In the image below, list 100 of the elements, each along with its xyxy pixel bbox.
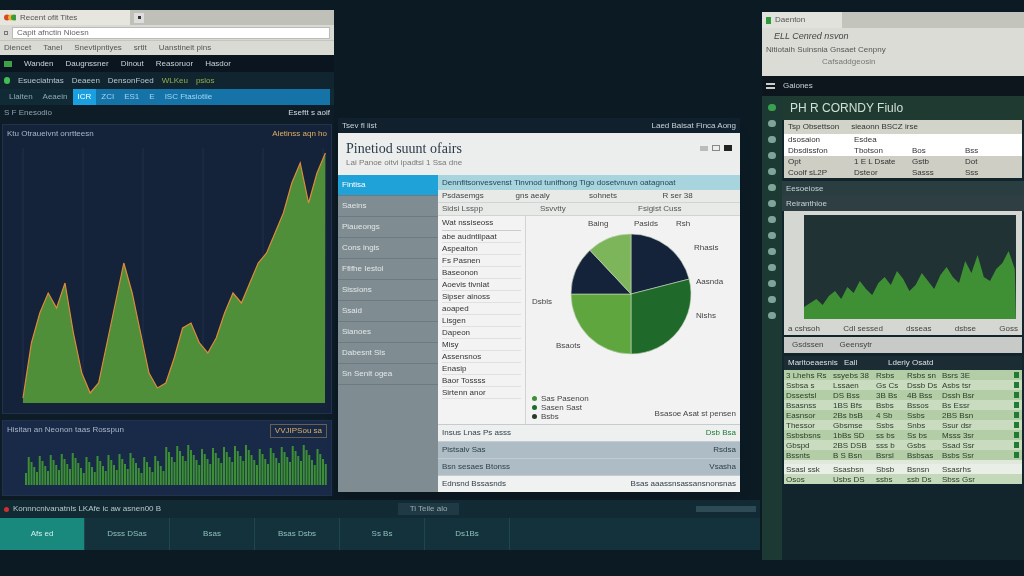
chart-label: Bsaots [556, 340, 581, 352]
chart-label: Aasnda [696, 276, 724, 288]
rail-icon[interactable] [768, 280, 776, 287]
maximize-icon[interactable] [712, 145, 720, 151]
axis-label: dsseas [906, 323, 932, 335]
chart-title: Ktu Otraueivnt onrtteesn [7, 128, 94, 140]
chart-footnote: Bsasoe Asat st pensen [654, 408, 736, 420]
table-cell-text: Rsbs [876, 370, 896, 380]
axis-label: Goss [999, 323, 1018, 335]
browser-tab[interactable]: Recent ofit Tites [0, 10, 130, 25]
bookmark-link[interactable]: Diencet [4, 42, 32, 54]
chart-title: Hisitan an Neonon taas Rosspun [7, 424, 124, 436]
table-cell-text: Gs Cs [876, 380, 900, 390]
menu-icon[interactable] [766, 83, 775, 89]
progress-track [696, 506, 756, 512]
rail-icon[interactable] [768, 248, 776, 255]
list-item[interactable]: Sirtenn anor [442, 387, 521, 399]
table-cell-text: Bssos [907, 400, 930, 410]
bookmark-link[interactable]: Tanei [43, 42, 63, 54]
list-item[interactable]: Lisgen [442, 315, 521, 327]
ticker-item[interactable]: Afs ed [0, 518, 85, 550]
list-item[interactable]: Assensnos [442, 351, 521, 363]
rail-icon[interactable] [768, 296, 776, 303]
toolbar-item[interactable]: Esueciatntas [18, 74, 64, 87]
axis-label: Cdl sessed [843, 323, 883, 335]
table-cell-text: Snbs [907, 420, 927, 430]
ticker-item[interactable]: Bsas Dsbs [255, 518, 340, 550]
rail-icon[interactable] [768, 184, 776, 191]
table-cell-text: Bsbs [876, 400, 895, 410]
list-item[interactable]: Aoevis tivnlat [442, 279, 521, 291]
rail-icon[interactable] [768, 264, 776, 271]
list-item[interactable]: abe audntiipaat [442, 231, 521, 243]
list-item[interactable]: Aspeaiton [442, 243, 521, 255]
toolbar-item[interactable]: DensonFoed [107, 74, 154, 87]
list-item[interactable]: Dapeon [442, 327, 521, 339]
status-filter[interactable]: Ti Teile alo [397, 503, 460, 515]
chart-label: Rhasis [694, 242, 719, 254]
table-cell-text: Ssbsa s [786, 380, 816, 390]
table-cell-text: Bsbsas [907, 450, 935, 460]
table-cell-text: Ssbs [907, 410, 926, 420]
legend-swatch [532, 405, 537, 410]
bookmark-link[interactable]: srtlt [133, 42, 147, 54]
rail-icon[interactable] [768, 120, 776, 127]
tab[interactable]: ZCI [96, 89, 120, 105]
table-cell-text: Bsnsn [907, 464, 931, 474]
legend-label: Bsbs [541, 412, 559, 421]
rail-icon[interactable] [768, 312, 776, 319]
table-cell-text: DS Bss [833, 390, 861, 400]
chart-legend: Aletinss aqn ho [272, 128, 327, 140]
toolbar-item[interactable]: Deaeen [71, 74, 100, 87]
rail-icon[interactable] [768, 168, 776, 175]
menu-item[interactable]: Wanden [24, 57, 54, 70]
tab[interactable]: Llaiten [4, 89, 38, 105]
window-title: Pinetiod suunt ofairs [346, 141, 463, 157]
rail-icon[interactable] [768, 200, 776, 207]
page-heading: ELL Cenred nsvon [773, 30, 850, 43]
tab[interactable]: ISC Ftasiotiie [159, 89, 330, 105]
ticker-item[interactable]: Ss Bs [340, 518, 425, 550]
browser-tab[interactable]: Daenton [762, 12, 842, 28]
rail-icon[interactable] [768, 152, 776, 159]
rail-icon[interactable] [768, 232, 776, 239]
list-item[interactable]: Misy [442, 339, 521, 351]
bookmark-links: Nitiotaih Suinsnia Gnsaet Cenpny [765, 43, 887, 56]
list-item[interactable]: aoaped [442, 303, 521, 315]
rail-icon[interactable] [768, 104, 776, 111]
menu-item[interactable]: Reasoruor [155, 57, 194, 70]
table-cell-text: Ssasrhs [942, 464, 972, 474]
tab[interactable]: ES1 [119, 89, 145, 105]
menu-item[interactable]: Daugnssner [65, 57, 109, 70]
new-tab-icon[interactable] [134, 12, 144, 23]
footer-label: Bsn sesaes Btonss [442, 461, 511, 473]
rail-icon[interactable] [768, 216, 776, 223]
menu-item[interactable]: Dinout [120, 57, 144, 70]
list-item[interactable]: Baor Tossss [442, 375, 521, 387]
menu-item[interactable]: Hasdor [205, 57, 231, 70]
axis-label: a cshsoh [788, 323, 821, 335]
rail-icon[interactable] [768, 136, 776, 143]
table-cell-text: Ssad Ssr [942, 440, 976, 450]
list-item[interactable]: Enasip [442, 363, 521, 375]
column-header: Eall [844, 357, 859, 369]
table-cell-text: dsosaion [788, 134, 822, 145]
toolbar-item[interactable]: WLKeu [161, 74, 188, 87]
tab[interactable]: Aeaein [37, 89, 73, 105]
footer-label: Insus Lnas Ps asss [442, 427, 511, 439]
toolbar-item[interactable]: pslos [195, 74, 215, 87]
table-cell-text: 1BS Bfs [833, 400, 863, 410]
filter-value[interactable]: Geensytr [839, 339, 873, 351]
table-cell-text: Sasss [912, 167, 935, 178]
table-cell-text: Msss 3sr [942, 430, 975, 440]
list-item[interactable]: Sipser ainoss [442, 291, 521, 303]
ticker-item[interactable]: Bsas [170, 518, 255, 550]
address-bar[interactable]: Capit afnctin Nioesn [12, 26, 330, 39]
ticker-item[interactable]: Ds1Bs [425, 518, 510, 550]
bookmark-link[interactable]: Snevtipntiyes [74, 42, 122, 54]
table-cell-text: Ssbsbsns [786, 430, 822, 440]
list-item[interactable]: Baseonon [442, 267, 521, 279]
bookmark-link[interactable]: Uanstineit pins [158, 42, 212, 54]
list-item[interactable]: Fs Pasnen [442, 255, 521, 267]
toolbar-label[interactable]: Gaiones [783, 80, 813, 92]
ticker-item[interactable]: Dsss DSas [85, 518, 170, 550]
